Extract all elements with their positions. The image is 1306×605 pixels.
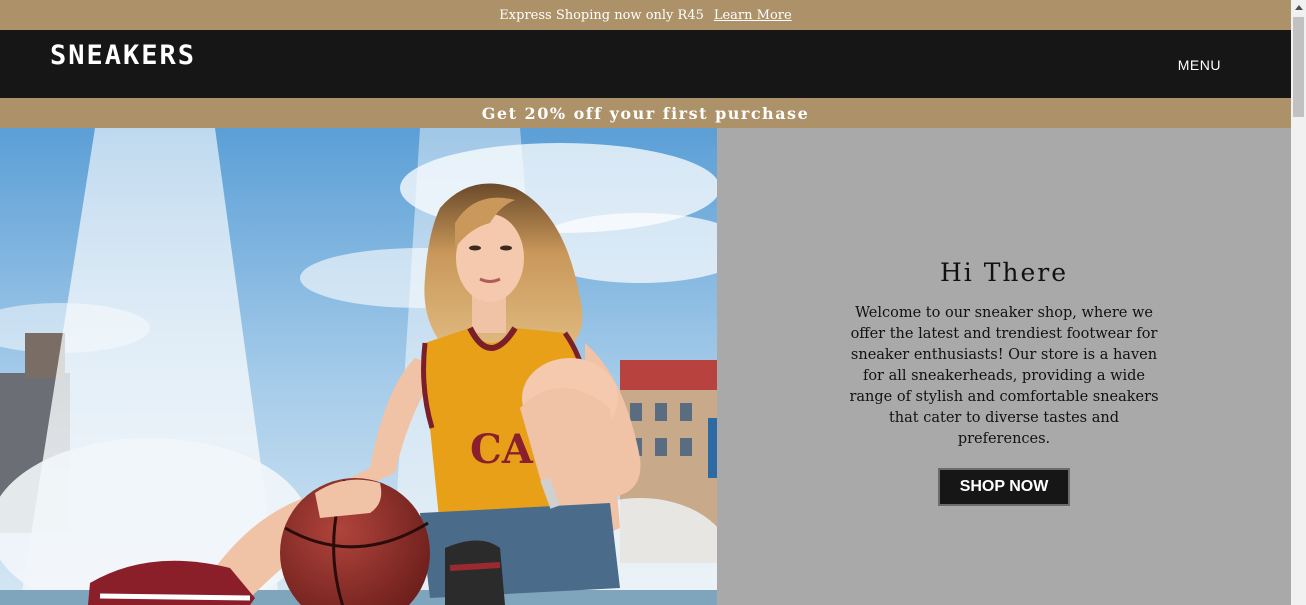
promo-bar: Get 20% off your first purchase <box>0 98 1291 128</box>
site-logo[interactable]: SNEAKERS <box>50 40 196 71</box>
scrollbar-thumb[interactable] <box>1293 17 1304 117</box>
announcement-text: Express Shoping now only R45 <box>499 7 704 23</box>
menu-button[interactable]: MENU <box>1178 57 1221 73</box>
content: Express Shoping now only R45 Learn More … <box>0 0 1291 605</box>
vertical-scrollbar[interactable] <box>1291 0 1306 605</box>
hero-panel: Hi There Welcome to our sneaker shop, wh… <box>717 128 1291 605</box>
scroll-up-arrow-icon[interactable] <box>1291 0 1306 15</box>
hero-description: Welcome to our sneaker shop, where we of… <box>849 305 1159 447</box>
site-header: SNEAKERS MENU <box>0 30 1291 98</box>
learn-more-link[interactable]: Learn More <box>714 8 792 23</box>
hero-title: Hi There <box>939 258 1069 287</box>
shop-now-button[interactable]: SHOP NOW <box>938 468 1070 506</box>
announcement-bar: Express Shoping now only R45 Learn More <box>0 0 1291 30</box>
hero-image: CAV <box>0 128 717 605</box>
promo-text: Get 20% off your first purchase <box>481 103 810 123</box>
page: Express Shoping now only R45 Learn More … <box>0 0 1306 605</box>
